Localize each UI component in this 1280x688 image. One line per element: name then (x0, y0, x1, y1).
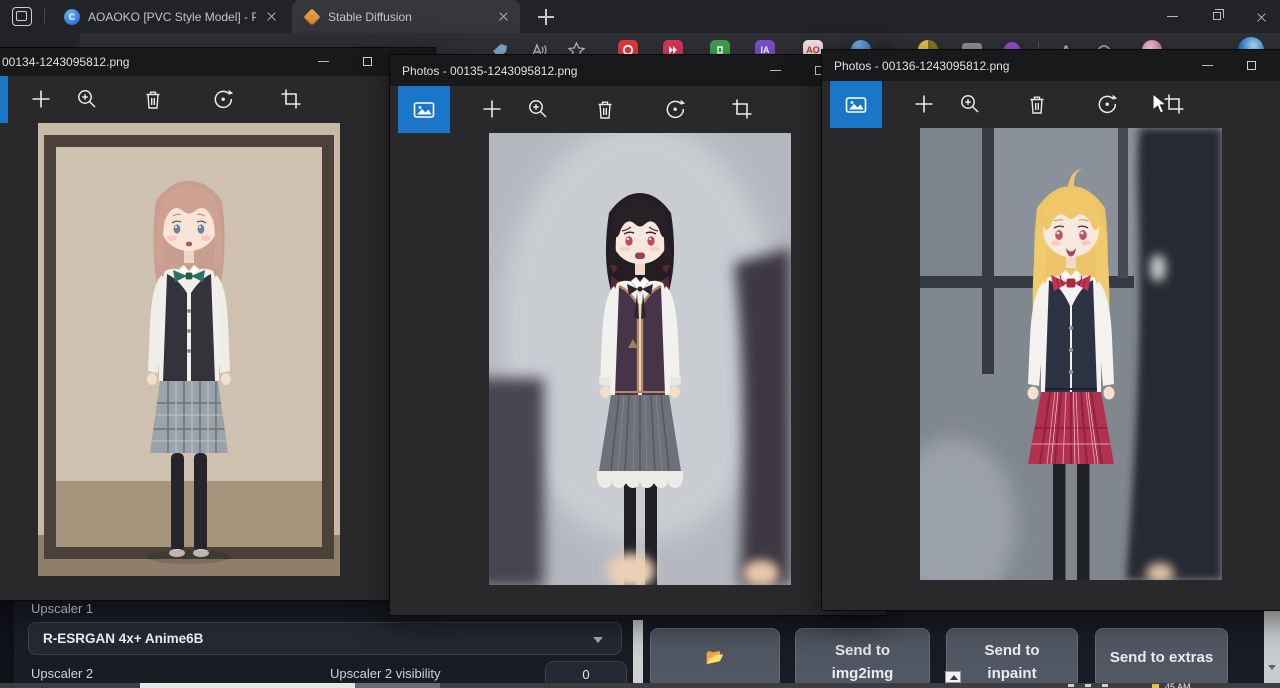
maximize-button[interactable] (1229, 50, 1274, 81)
windows-taskbar[interactable]: 45 AM (0, 683, 1280, 688)
browser-close-button[interactable] (1238, 0, 1280, 33)
tab-close-icon[interactable] (264, 9, 280, 25)
notification-icon (1152, 684, 1159, 688)
toolbar-corner (0, 33, 80, 48)
window-title: Photos - 00135-1243095812.png (402, 64, 577, 78)
taskbar-app-icon[interactable] (355, 683, 440, 688)
minimize-button[interactable] (752, 55, 797, 86)
browser-tab-stable-diffusion[interactable]: Stable Diffusion (292, 0, 520, 33)
photos-window-2: Photos - 00135-1243095812.png (390, 55, 887, 615)
photos-toolbar (0, 76, 435, 123)
taskbar-clock: 45 AM (1165, 683, 1191, 688)
upscaler1-value: R-ESRGAN 4x+ Anime6B (43, 631, 203, 646)
see-all-photos-button[interactable] (0, 76, 8, 123)
civitai-favicon-icon: C (64, 9, 80, 25)
photo-image-00134 (38, 123, 340, 576)
title-bar[interactable]: 00134-1243095812.png (0, 48, 435, 76)
upscaler2-label: Upscaler 2 (31, 666, 93, 681)
open-folder-button[interactable]: 📂 (650, 628, 780, 688)
button-label: Send to img2img (802, 632, 923, 685)
see-all-photos-button[interactable] (398, 86, 450, 133)
browser-tab-civitai[interactable]: C AOAOKO [PVC Style Model] - PV (52, 0, 288, 33)
photos-toolbar (822, 81, 1280, 128)
button-label: Send to inpaint (953, 632, 1071, 685)
window-title: 00134-1243095812.png (2, 55, 129, 69)
photos-toolbar (390, 86, 887, 133)
upscaler1-label: Upscaler 1 (31, 601, 93, 616)
mouse-cursor (1152, 93, 1172, 115)
send-to-extras-button[interactable]: Send to extras (1095, 628, 1228, 688)
tabbar-divider (44, 8, 45, 25)
photo-viewer (822, 128, 1280, 610)
rotate-icon[interactable] (1096, 93, 1120, 117)
stable-diffusion-favicon-icon (304, 8, 321, 25)
taskbar-search-box[interactable] (140, 683, 355, 688)
window-title: Photos - 00136-1243095812.png (834, 59, 1009, 73)
browser-minimize-button[interactable] (1149, 0, 1194, 33)
close-button[interactable] (1274, 50, 1280, 81)
new-tab-button[interactable] (536, 7, 556, 27)
tray-icon[interactable] (1102, 684, 1108, 687)
chevron-down-icon (593, 637, 603, 643)
rotate-icon[interactable] (212, 88, 236, 112)
delete-icon[interactable] (594, 98, 618, 122)
button-label: Send to extras (1102, 630, 1221, 686)
send-to-inpaint-button[interactable]: Send to inpaint (946, 628, 1078, 688)
tab-close-icon[interactable] (496, 9, 512, 25)
zoom-in-icon[interactable] (76, 88, 100, 112)
minimize-button[interactable] (1184, 50, 1229, 81)
scroll-down-icon (1268, 665, 1276, 670)
photos-window-1: 00134-1243095812.png (0, 48, 435, 600)
rotate-icon[interactable] (664, 98, 688, 122)
tab-overview-icon[interactable] (12, 7, 32, 26)
folder-icon: 📂 (657, 630, 773, 686)
send-to-img2img-button[interactable]: Send to img2img (795, 628, 930, 688)
photo-viewer (0, 123, 435, 600)
see-all-photos-button[interactable] (830, 81, 882, 128)
add-icon[interactable] (913, 93, 937, 117)
panel-scrollbar[interactable] (633, 620, 643, 688)
tray-icon[interactable] (1068, 684, 1074, 687)
crop-icon[interactable] (731, 98, 755, 122)
title-bar[interactable]: Photos - 00136-1243095812.png (822, 50, 1280, 81)
upscaler2-visibility-label: Upscaler 2 visibility (330, 666, 441, 681)
tray-icon[interactable] (1085, 684, 1091, 687)
photos-window-3: Photos - 00136-1243095812.png (822, 50, 1280, 610)
zoom-in-icon[interactable] (527, 98, 551, 122)
desktop: C AOAOKO [PVC Style Model] - PV Stable D… (0, 0, 1280, 688)
maximize-button[interactable] (345, 48, 390, 76)
crop-icon[interactable] (280, 88, 304, 112)
photo-image-00136 (920, 128, 1222, 580)
add-icon[interactable] (481, 98, 505, 122)
minimize-button[interactable] (300, 48, 345, 76)
title-bar[interactable]: Photos - 00135-1243095812.png (390, 55, 887, 86)
upscaler1-select[interactable]: R-ESRGAN 4x+ Anime6B (28, 622, 622, 655)
delete-icon[interactable] (142, 88, 166, 112)
photo-image-00135 (489, 133, 791, 585)
add-icon[interactable] (30, 88, 54, 112)
zoom-in-icon[interactable] (959, 93, 983, 117)
delete-icon[interactable] (1026, 93, 1050, 117)
chevron-up-button[interactable] (945, 671, 961, 683)
page-scrollbar[interactable] (1264, 600, 1280, 688)
photo-viewer (390, 133, 887, 615)
browser-restore-button[interactable] (1194, 0, 1239, 33)
tab-label: Stable Diffusion (328, 10, 488, 24)
tab-label: AOAOKO [PVC Style Model] - PV (88, 10, 256, 24)
browser-tab-bar: C AOAOKO [PVC Style Model] - PV Stable D… (0, 0, 1280, 33)
